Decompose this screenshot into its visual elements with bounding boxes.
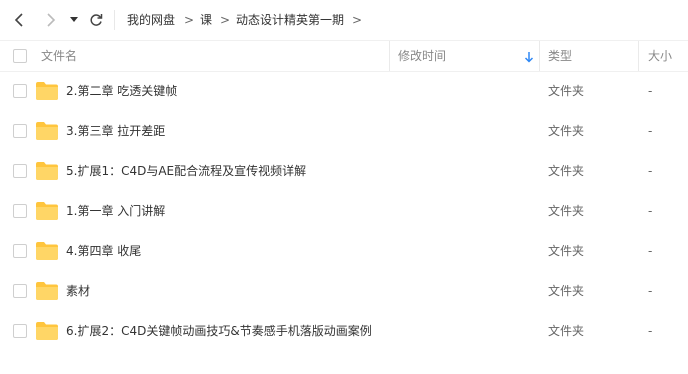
table-row[interactable]: 1.第一章 入门讲解 文件夹 -	[0, 191, 688, 231]
back-button[interactable]	[8, 8, 32, 32]
file-name[interactable]: 3.第三章 拉开差距	[66, 123, 165, 139]
breadcrumb-separator: >	[352, 13, 363, 27]
file-name[interactable]: 5.扩展1：C4D与AE配合流程及宣传视频详解	[66, 163, 306, 179]
file-name[interactable]: 1.第一章 入门讲解	[66, 203, 165, 219]
file-name[interactable]: 素材	[66, 283, 90, 299]
forward-button[interactable]	[38, 8, 62, 32]
file-type: 文件夹	[548, 244, 585, 258]
row-checkbox[interactable]	[13, 204, 27, 218]
file-name[interactable]: 4.第四章 收尾	[66, 243, 141, 259]
refresh-icon	[90, 14, 103, 26]
folder-icon	[36, 242, 58, 260]
row-checkbox[interactable]	[13, 84, 27, 98]
column-header-type[interactable]: 类型	[548, 41, 572, 71]
row-checkbox[interactable]	[13, 124, 27, 138]
table-row[interactable]: 3.第三章 拉开差距 文件夹 -	[0, 111, 688, 151]
table-row[interactable]: 2.第二章 吃透关键帧 文件夹 -	[0, 71, 688, 111]
file-type: 文件夹	[548, 164, 585, 178]
file-size: -	[648, 84, 653, 98]
file-size: -	[648, 284, 653, 298]
toolbar: 我的网盘 > 课 > 动态设计精英第一期 >	[0, 0, 688, 40]
column-divider[interactable]	[389, 41, 390, 71]
folder-icon	[36, 82, 58, 100]
file-name[interactable]: 2.第二章 吃透关键帧	[66, 83, 177, 99]
sort-desc-arrow-icon[interactable]	[524, 51, 534, 63]
breadcrumb-item-root[interactable]: 我的网盘	[127, 12, 175, 28]
history-dropdown-button[interactable]	[64, 8, 84, 32]
file-size: -	[648, 244, 653, 258]
chevron-right-icon	[47, 13, 56, 27]
toolbar-divider	[114, 10, 115, 30]
folder-icon	[36, 282, 58, 300]
breadcrumb-separator: >	[220, 13, 231, 27]
file-size: -	[648, 164, 653, 178]
folder-icon	[36, 122, 58, 140]
row-checkbox[interactable]	[13, 324, 27, 338]
refresh-button[interactable]	[84, 8, 108, 32]
breadcrumb-item-course[interactable]: 课	[200, 12, 212, 28]
folder-icon	[36, 162, 58, 180]
table-header: 文件名 修改时间 类型 大小	[0, 40, 688, 72]
file-name[interactable]: 6.扩展2：C4D关键帧动画技巧&节奏感手机落版动画案例	[66, 323, 372, 339]
row-checkbox[interactable]	[13, 164, 27, 178]
chevron-left-icon	[14, 13, 23, 27]
file-size: -	[648, 204, 653, 218]
row-checkbox[interactable]	[13, 244, 27, 258]
column-divider[interactable]	[638, 41, 639, 71]
column-header-size[interactable]: 大小	[648, 41, 672, 71]
table-row[interactable]: 素材 文件夹 -	[0, 271, 688, 311]
table-row[interactable]: 5.扩展1：C4D与AE配合流程及宣传视频详解 文件夹 -	[0, 151, 688, 191]
file-type: 文件夹	[548, 204, 585, 218]
caret-down-icon	[70, 17, 78, 22]
file-type: 文件夹	[548, 84, 585, 98]
file-type: 文件夹	[548, 324, 585, 338]
file-type: 文件夹	[548, 124, 585, 138]
column-header-name[interactable]: 文件名	[41, 41, 77, 71]
row-checkbox[interactable]	[13, 284, 27, 298]
table-row[interactable]: 4.第四章 收尾 文件夹 -	[0, 231, 688, 271]
file-size: -	[648, 324, 653, 338]
breadcrumb-separator: >	[184, 13, 195, 27]
file-size: -	[648, 124, 653, 138]
folder-icon	[36, 202, 58, 220]
column-divider[interactable]	[539, 41, 540, 71]
breadcrumb-item-current[interactable]: 动态设计精英第一期	[236, 12, 344, 28]
table-row[interactable]: 6.扩展2：C4D关键帧动画技巧&节奏感手机落版动画案例 文件夹 -	[0, 311, 688, 351]
file-type: 文件夹	[548, 284, 585, 298]
folder-icon	[36, 322, 58, 340]
column-header-modified[interactable]: 修改时间	[398, 41, 446, 71]
select-all-checkbox[interactable]	[13, 49, 27, 63]
